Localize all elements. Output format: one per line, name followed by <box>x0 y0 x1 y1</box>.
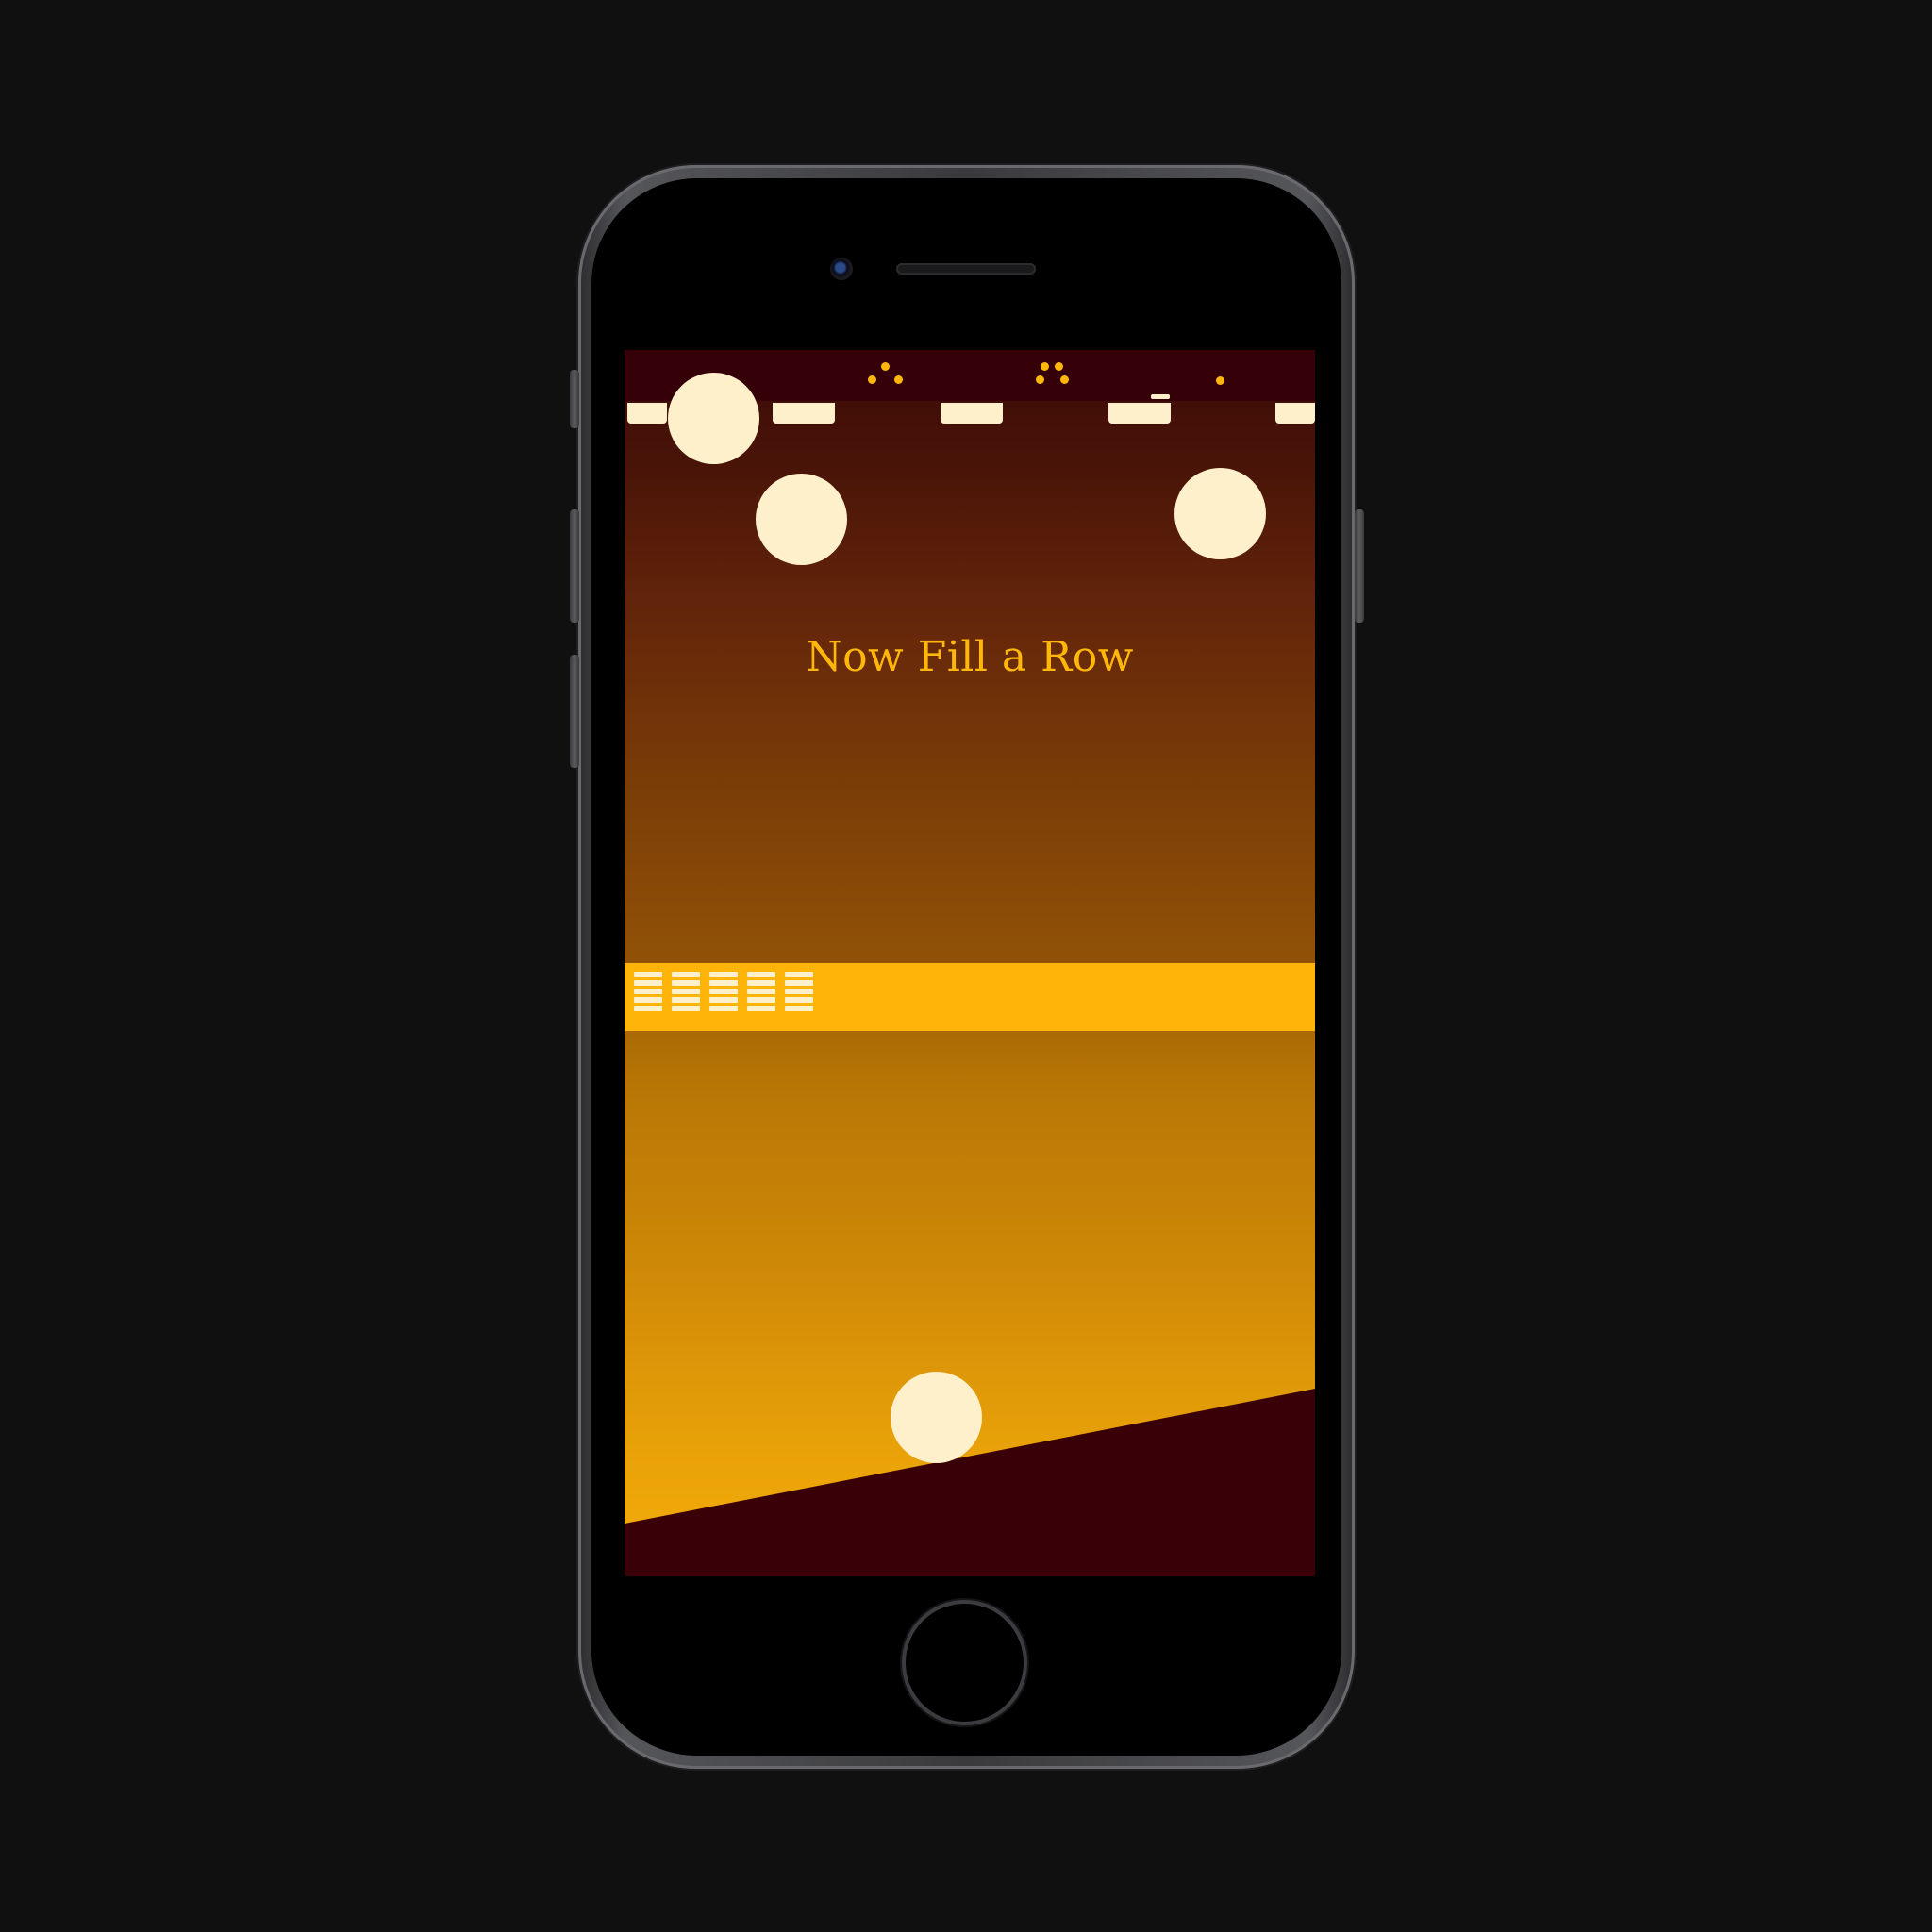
power-button <box>1355 509 1364 623</box>
front-camera-icon <box>830 258 853 280</box>
player-ball[interactable] <box>891 1372 982 1463</box>
volume-up-button <box>570 509 579 623</box>
mute-switch <box>570 370 579 428</box>
earpiece-speaker <box>896 263 1036 275</box>
game-screen[interactable]: Now Fill a Row <box>625 350 1315 1576</box>
home-button[interactable] <box>906 1604 1024 1722</box>
volume-down-button <box>570 655 579 768</box>
